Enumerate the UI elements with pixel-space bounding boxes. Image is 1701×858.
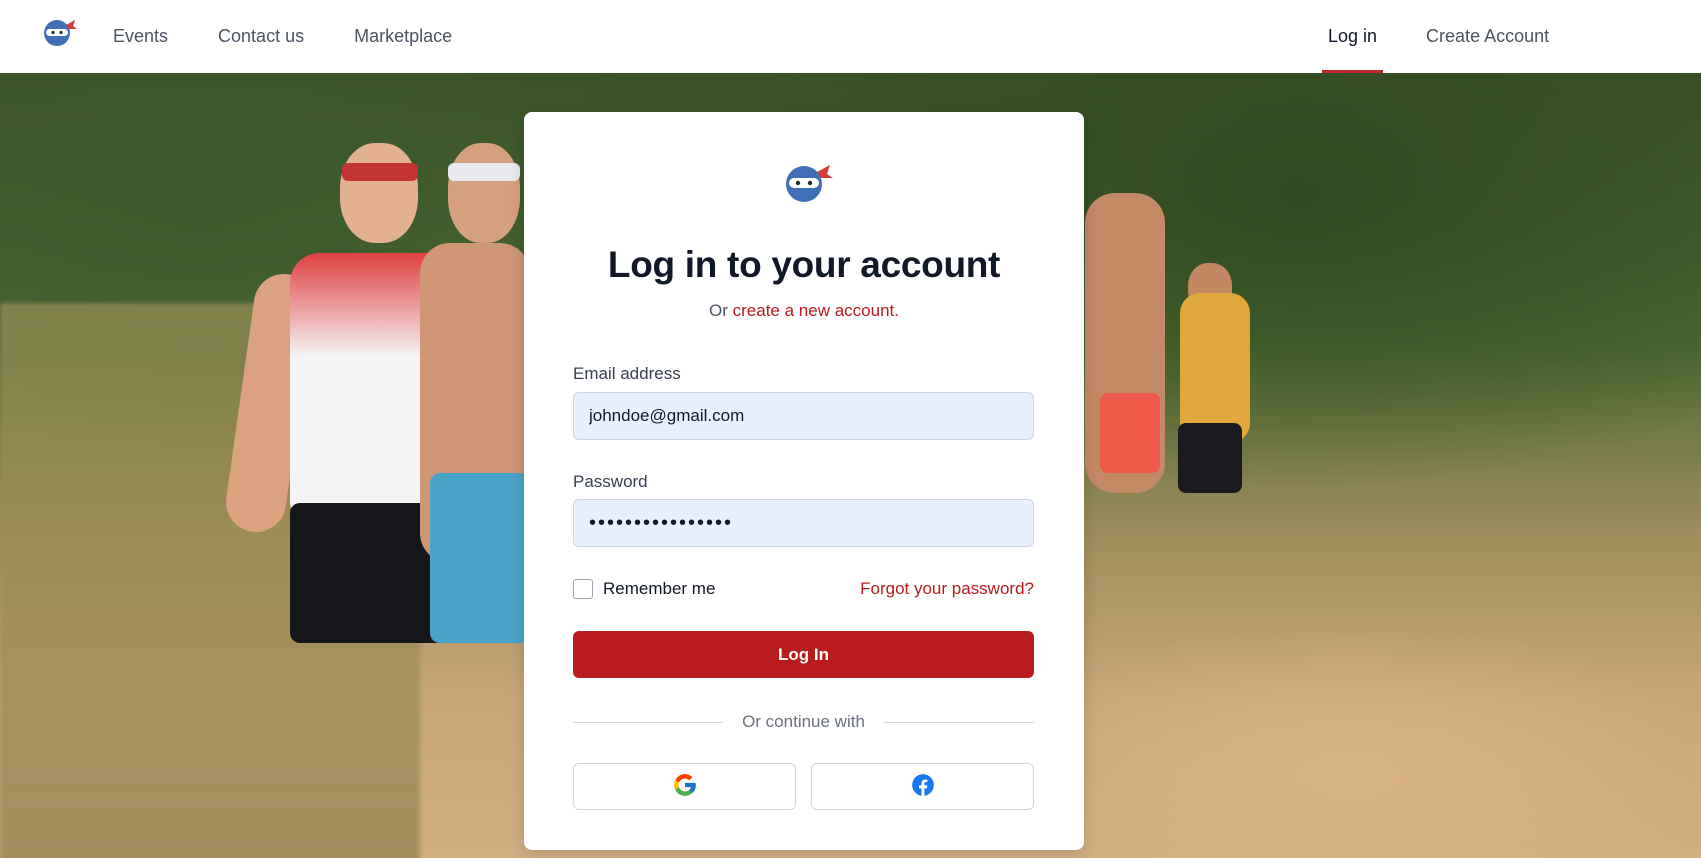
remember-me-checkbox[interactable]: Remember me: [573, 579, 715, 599]
google-login-button[interactable]: [573, 763, 796, 810]
account-nav: Log in Create Account: [1322, 0, 1549, 73]
runner-shorts: [430, 473, 530, 643]
remember-me-label: Remember me: [603, 579, 716, 598]
password-field[interactable]: [573, 499, 1034, 547]
login-card: Log in to your account Or create a new a…: [524, 112, 1084, 850]
nav-link-contact-us[interactable]: Contact us: [218, 26, 304, 47]
runner-headband: [342, 163, 418, 181]
email-label: Email address: [573, 364, 681, 383]
nav-link-create-account[interactable]: Create Account: [1426, 26, 1549, 47]
nav-link-marketplace[interactable]: Marketplace: [354, 26, 452, 47]
signup-prompt-prefix: Or: [709, 301, 728, 320]
top-navigation: Events Contact us Marketplace Log in Cre…: [0, 0, 1701, 73]
google-icon: [672, 772, 698, 801]
password-label: Password: [573, 472, 648, 491]
divider-line: [884, 722, 1034, 723]
runner-head: [340, 143, 418, 243]
page-title: Log in to your account: [607, 244, 1001, 285]
runner-vest: [1180, 293, 1250, 443]
facebook-login-button[interactable]: [811, 763, 1034, 810]
brand-logo-icon[interactable]: [42, 16, 78, 48]
email-field[interactable]: [573, 392, 1034, 440]
ninja-logo-icon: [784, 160, 834, 204]
runner-shorts: [1100, 393, 1160, 473]
runner-headband: [448, 163, 520, 181]
nav-link-events[interactable]: Events: [113, 26, 168, 47]
primary-nav: Events Contact us Marketplace: [113, 0, 502, 73]
checkbox-box[interactable]: [573, 579, 593, 599]
create-account-link[interactable]: create a new account.: [733, 301, 899, 320]
forgot-password-link[interactable]: Forgot your password?: [860, 579, 1034, 599]
facebook-icon: [910, 772, 936, 801]
social-divider: Or continue with: [573, 712, 1034, 732]
runner-head: [448, 143, 520, 243]
signup-prompt: Or create a new account.: [524, 301, 1084, 321]
nav-link-log-in[interactable]: Log in: [1322, 0, 1384, 73]
runner-shorts: [1178, 423, 1242, 493]
log-in-button[interactable]: Log In: [573, 631, 1034, 678]
